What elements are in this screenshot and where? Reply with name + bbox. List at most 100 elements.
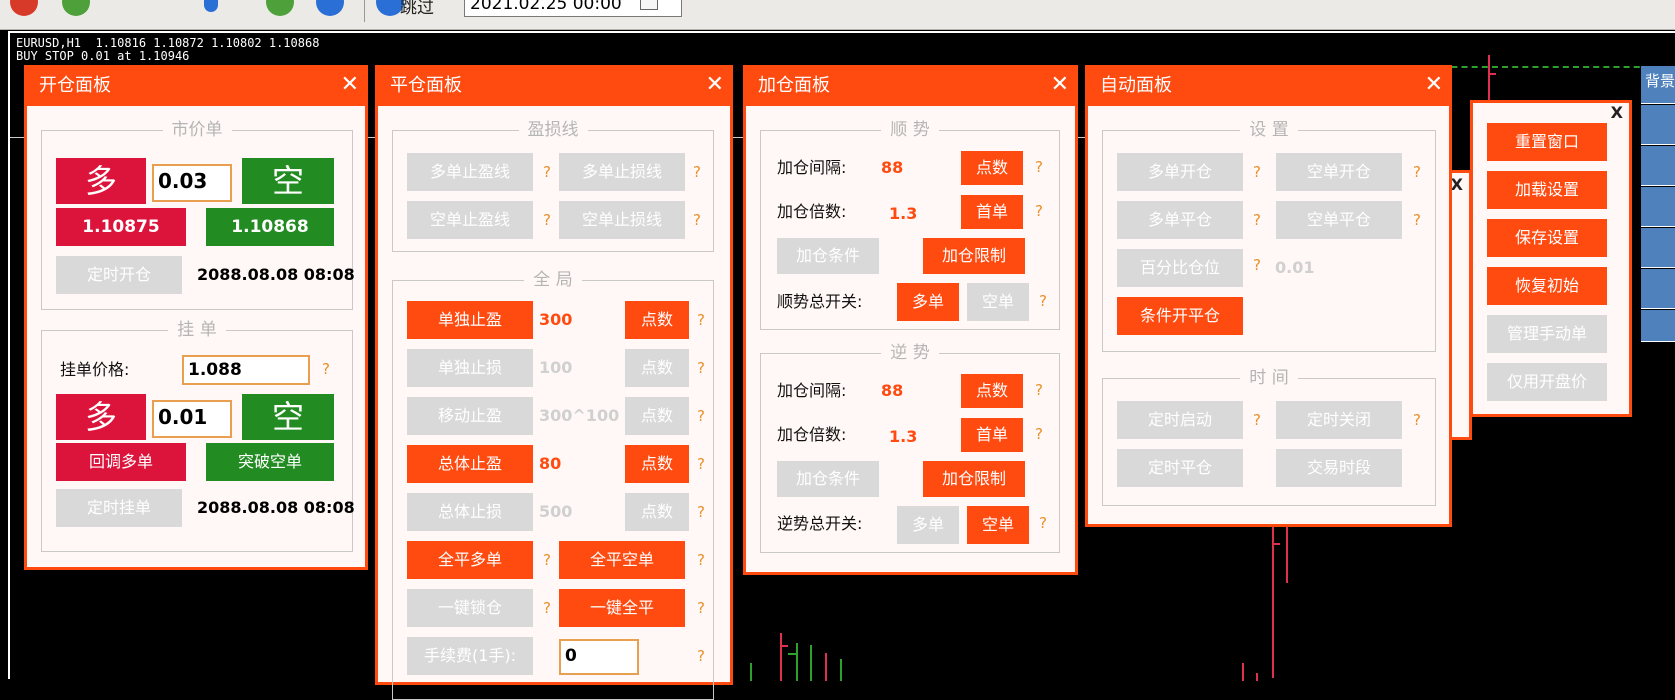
help-icon[interactable]: ? — [543, 550, 551, 570]
trailing-tp-button[interactable]: 移动止盈 — [407, 397, 533, 435]
short-sl-line-button[interactable]: 空单止损线 — [559, 201, 685, 239]
panel-header[interactable]: 加仓面板 ✕ — [746, 68, 1075, 106]
single-tp-unit-button[interactable]: 点数 — [625, 301, 689, 339]
reset-window-button[interactable]: 重置窗口 — [1487, 123, 1607, 161]
long-tp-line-button[interactable]: 多单止盈线 — [407, 153, 533, 191]
rewind-icon[interactable] — [62, 0, 90, 16]
buy-button[interactable]: 多 — [56, 158, 146, 204]
auto-short-close-button[interactable]: 空单平仓 — [1276, 201, 1402, 239]
pending-buy-button[interactable]: 多 — [56, 394, 146, 440]
help-icon[interactable]: ? — [543, 162, 551, 182]
sell-price[interactable]: 1.10868 — [206, 208, 334, 246]
help-icon[interactable]: ? — [1035, 157, 1043, 177]
side-tab-background[interactable]: 背景 — [1641, 66, 1675, 104]
conditional-open-close-button[interactable]: 条件开平仓 — [1117, 297, 1243, 335]
long-sl-line-button[interactable]: 多单止损线 — [559, 153, 685, 191]
close-icon[interactable]: X — [1451, 175, 1463, 194]
panel-header[interactable]: 开仓面板 ✕ — [27, 68, 365, 106]
help-icon[interactable]: ? — [1253, 210, 1261, 230]
side-tab[interactable] — [1641, 228, 1675, 268]
close-all-long-button[interactable]: 全平多单 — [407, 541, 533, 579]
manage-manual-orders-button[interactable]: 管理手动单 — [1487, 315, 1607, 353]
add-condition-button[interactable]: 加仓条件 — [777, 238, 879, 274]
pending-lot-input[interactable]: 0.01 — [152, 400, 232, 438]
total-sl-button[interactable]: 总体止损 — [407, 493, 533, 531]
pending-price-input[interactable]: 1.088 — [182, 355, 310, 385]
close-icon[interactable]: ✕ — [1425, 68, 1443, 102]
side-tab[interactable] — [1641, 310, 1675, 342]
close-all-button[interactable]: 一键全平 — [559, 589, 685, 627]
lot-input[interactable]: 0.03 — [152, 164, 232, 202]
fast-forward-icon[interactable] — [266, 0, 294, 16]
help-icon[interactable]: ? — [1253, 255, 1261, 275]
trading-session-button[interactable]: 交易时段 — [1276, 449, 1402, 487]
timed-start-button[interactable]: 定时启动 — [1117, 401, 1243, 439]
help-icon[interactable]: ? — [693, 210, 701, 230]
help-icon[interactable]: ? — [322, 359, 330, 379]
panel-header[interactable]: 平仓面板 ✕ — [378, 68, 730, 106]
close-icon[interactable]: ✕ — [341, 68, 359, 102]
counter-long-button[interactable]: 多单 — [897, 506, 959, 544]
percent-position-button[interactable]: 百分比仓位 — [1117, 249, 1243, 287]
interval-unit-button[interactable]: 点数 — [961, 374, 1023, 408]
help-icon[interactable]: ? — [1039, 291, 1047, 311]
interval-unit-button[interactable]: 点数 — [961, 151, 1023, 185]
help-icon[interactable]: ? — [1035, 380, 1043, 400]
close-icon[interactable]: ✕ — [1051, 68, 1069, 102]
pending-sell-button[interactable]: 空 — [242, 394, 334, 440]
close-all-short-button[interactable]: 全平空单 — [559, 541, 685, 579]
single-sl-unit-button[interactable]: 点数 — [625, 349, 689, 387]
panel-header[interactable]: 自动面板 ✕ — [1088, 68, 1449, 106]
marker-icon[interactable] — [204, 0, 218, 12]
trend-long-button[interactable]: 多单 — [897, 283, 959, 321]
help-icon[interactable]: ? — [1253, 410, 1261, 430]
single-tp-button[interactable]: 单独止盈 — [407, 301, 533, 339]
help-icon[interactable]: ? — [697, 598, 705, 618]
timed-close-button[interactable]: 定时平仓 — [1117, 449, 1243, 487]
fee-input[interactable]: 0 — [559, 639, 639, 675]
side-tab[interactable] — [1641, 269, 1675, 309]
help-icon[interactable]: ? — [1253, 162, 1261, 182]
add-limit-button[interactable]: 加仓限制 — [923, 461, 1025, 497]
side-tab[interactable] — [1641, 146, 1675, 186]
help-icon[interactable]: ? — [543, 598, 551, 618]
add-limit-button[interactable]: 加仓限制 — [923, 238, 1025, 274]
help-icon[interactable]: ? — [543, 210, 551, 230]
auto-long-open-button[interactable]: 多单开仓 — [1117, 153, 1243, 191]
sell-button[interactable]: 空 — [242, 158, 334, 204]
help-icon[interactable]: ? — [697, 454, 705, 474]
help-icon[interactable]: ? — [1413, 410, 1421, 430]
multiplier-unit-button[interactable]: 首单 — [961, 195, 1023, 229]
auto-short-open-button[interactable]: 空单开仓 — [1276, 153, 1402, 191]
help-icon[interactable]: ? — [697, 406, 705, 426]
stop-icon[interactable] — [10, 0, 38, 16]
close-icon[interactable]: X — [1611, 103, 1623, 122]
short-tp-line-button[interactable]: 空单止盈线 — [407, 201, 533, 239]
help-icon[interactable]: ? — [1039, 513, 1047, 533]
timed-open-button[interactable]: 定时开仓 — [56, 256, 182, 294]
multiplier-unit-button[interactable]: 首单 — [961, 418, 1023, 452]
help-icon[interactable]: ? — [1035, 424, 1043, 444]
pullback-buy-button[interactable]: 回调多单 — [56, 443, 186, 481]
calendar-icon[interactable] — [640, 0, 658, 10]
close-icon[interactable]: ✕ — [706, 68, 724, 102]
help-icon[interactable]: ? — [1413, 162, 1421, 182]
help-icon[interactable]: ? — [697, 550, 705, 570]
help-icon[interactable]: ? — [697, 310, 705, 330]
trend-short-button[interactable]: 空单 — [967, 283, 1029, 321]
restore-defaults-button[interactable]: 恢复初始 — [1487, 267, 1607, 305]
total-sl-unit-button[interactable]: 点数 — [625, 493, 689, 531]
side-tab[interactable] — [1641, 105, 1675, 145]
save-settings-button[interactable]: 保存设置 — [1487, 219, 1607, 257]
timed-pending-button[interactable]: 定时挂单 — [56, 489, 182, 527]
help-icon[interactable]: ? — [693, 162, 701, 182]
add-condition-button[interactable]: 加仓条件 — [777, 461, 879, 497]
skip-icon[interactable] — [316, 0, 344, 16]
timed-stop-button[interactable]: 定时关闭 — [1276, 401, 1402, 439]
help-icon[interactable]: ? — [1413, 210, 1421, 230]
total-tp-unit-button[interactable]: 点数 — [625, 445, 689, 483]
lock-positions-button[interactable]: 一键锁仓 — [407, 589, 533, 627]
side-tab[interactable] — [1641, 187, 1675, 227]
trailing-tp-unit-button[interactable]: 点数 — [625, 397, 689, 435]
single-sl-button[interactable]: 单独止损 — [407, 349, 533, 387]
